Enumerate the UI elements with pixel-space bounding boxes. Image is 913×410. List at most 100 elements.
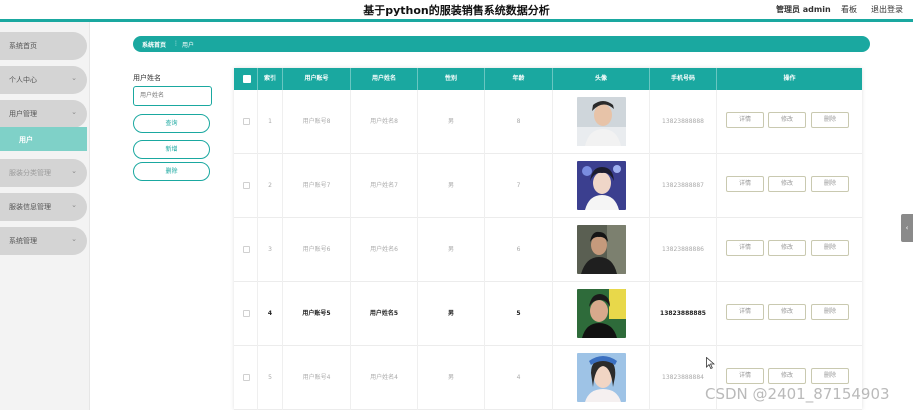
search-label: 用户姓名 [133,74,161,82]
column-header: 头像 [553,68,650,90]
edit-button[interactable]: 修改 [768,176,806,192]
delete-button[interactable]: 删除 [811,112,849,128]
cell-gender: 男 [418,218,485,282]
cell-index: 3 [258,218,283,282]
cell-index: 5 [258,346,283,410]
edit-button[interactable]: 修改 [768,368,806,384]
breadcrumb: 系统首页 ⋮ 用户 [133,36,870,52]
delete-button[interactable]: 删除 [811,240,849,256]
table-row[interactable]: 3 用户账号6 用户姓名6 男 6 13823888886 详情 修改 删除 [234,218,862,282]
dashboard-link[interactable]: 看板 [841,4,857,15]
add-button[interactable]: 新增 [133,140,210,159]
cell-account: 用户账号4 [283,346,351,410]
cell-account: 用户账号6 [283,218,351,282]
chevron-down-icon: ⌄ [71,235,77,243]
delete-button[interactable]: 删除 [811,368,849,384]
avatar[interactable] [577,289,626,338]
column-header: 性别 [418,68,485,90]
edit-button[interactable]: 修改 [768,112,806,128]
sidebar-item-home[interactable]: 系统首页 [0,32,87,60]
cell-name: 用户姓名8 [351,90,418,154]
sidebar-item-personal-center[interactable]: 个人中心 ⌄ [0,66,87,94]
row-select-cell [234,218,258,282]
sidebar-item-label: 系统管理 [9,237,37,245]
cell-age: 4 [485,346,553,410]
table-header: 索引 用户账号 用户姓名 性别 年龄 头像 手机号码 操作 [234,68,862,90]
side-toggle-tab[interactable]: ‹ [901,214,913,242]
breadcrumb-current: 用户 [182,42,195,49]
cell-phone: 13823888887 [650,154,717,218]
table-row[interactable]: 1 用户账号8 用户姓名8 男 8 13823888888 详情 修改 删除 [234,90,862,154]
table-row[interactable]: 2 用户账号7 用户姓名7 男 7 13823888887 详情 修改 删除 [234,154,862,218]
avatar[interactable] [577,225,626,274]
column-header: 用户账号 [283,68,351,90]
detail-button[interactable]: 详情 [726,368,764,384]
delete-button[interactable]: 删除 [811,176,849,192]
row-checkbox[interactable] [243,310,250,317]
query-button[interactable]: 查询 [133,114,210,133]
cell-age: 8 [485,90,553,154]
cell-index: 4 [258,282,283,346]
chevron-down-icon: ⌄ [71,74,77,82]
row-checkbox[interactable] [243,118,250,125]
cell-gender: 男 [418,90,485,154]
logout-link[interactable]: 退出登录 [871,4,903,15]
mouse-cursor-icon [706,357,715,369]
sidebar-subitem-user[interactable]: 用户 [0,127,87,151]
avatar[interactable] [577,97,626,146]
sidebar-item-label: 用户管理 [9,110,37,118]
cell-gender: 男 [418,346,485,410]
detail-button[interactable]: 详情 [726,112,764,128]
sidebar-item-clothing-category[interactable]: 服装分类管理 ⌄ [0,159,87,187]
cell-gender: 男 [418,154,485,218]
cell-index: 2 [258,154,283,218]
edit-button[interactable]: 修改 [768,240,806,256]
row-checkbox[interactable] [243,374,250,381]
cell-phone: 13823888888 [650,90,717,154]
cell-account: 用户账号5 [283,282,351,346]
table-row[interactable]: 4 用户账号5 用户姓名5 男 5 13823888885 详情 修改 删除 [234,282,862,346]
cell-account: 用户账号7 [283,154,351,218]
sidebar-subitem-label: 用户 [19,136,33,144]
row-select-cell [234,282,258,346]
column-header: 手机号码 [650,68,717,90]
sidebar-item-user-management[interactable]: 用户管理 ⌄ [0,100,87,128]
row-checkbox[interactable] [243,246,250,253]
top-header: 基于python的服装销售系统数据分析 管理员 admin 看板 退出登录 [0,0,913,20]
chevron-down-icon: ⌄ [71,167,77,175]
cell-phone: 13823888886 [650,218,717,282]
cell-index: 1 [258,90,283,154]
column-header: 操作 [783,75,796,82]
cell-gender: 男 [418,282,485,346]
column-header: 用户姓名 [351,68,418,90]
delete-button[interactable]: 删除 [811,304,849,320]
sidebar-item-clothing-info[interactable]: 服装信息管理 ⌄ [0,193,87,221]
header-select-all[interactable] [234,68,258,90]
avatar[interactable] [577,161,626,210]
user-table: 索引 用户账号 用户姓名 性别 年龄 头像 手机号码 操作 1 用户账号8 用户… [234,68,862,410]
breadcrumb-home[interactable]: 系统首页 [142,40,166,49]
row-select-cell [234,90,258,154]
sidebar-item-label: 个人中心 [9,76,37,84]
breadcrumb-separator: ⋮ [173,40,179,47]
sidebar: 系统首页 个人中心 ⌄ 用户管理 ⌄ 用户 服装分类管理 ⌄ 服装信息管理 ⌄ … [0,22,90,410]
edit-button[interactable]: 修改 [768,304,806,320]
row-select-cell [234,346,258,410]
cell-age: 6 [485,218,553,282]
detail-button[interactable]: 详情 [726,240,764,256]
detail-button[interactable]: 详情 [726,176,764,192]
batch-delete-button[interactable]: 删除 [133,162,210,181]
cell-name: 用户姓名6 [351,218,418,282]
column-header: 年龄 [485,68,553,90]
cell-phone: 13823888885 [650,282,717,346]
row-checkbox[interactable] [243,182,250,189]
search-input[interactable] [133,86,212,106]
checkbox-icon[interactable] [243,75,251,83]
chevron-down-icon: ⌄ [71,201,77,209]
watermark: CSDN @2401_87154903 [705,385,890,403]
cell-name: 用户姓名4 [351,346,418,410]
detail-button[interactable]: 详情 [726,304,764,320]
avatar[interactable] [577,353,626,402]
admin-user-label[interactable]: 管理员 admin [776,4,831,15]
sidebar-item-system-management[interactable]: 系统管理 ⌄ [0,227,87,255]
